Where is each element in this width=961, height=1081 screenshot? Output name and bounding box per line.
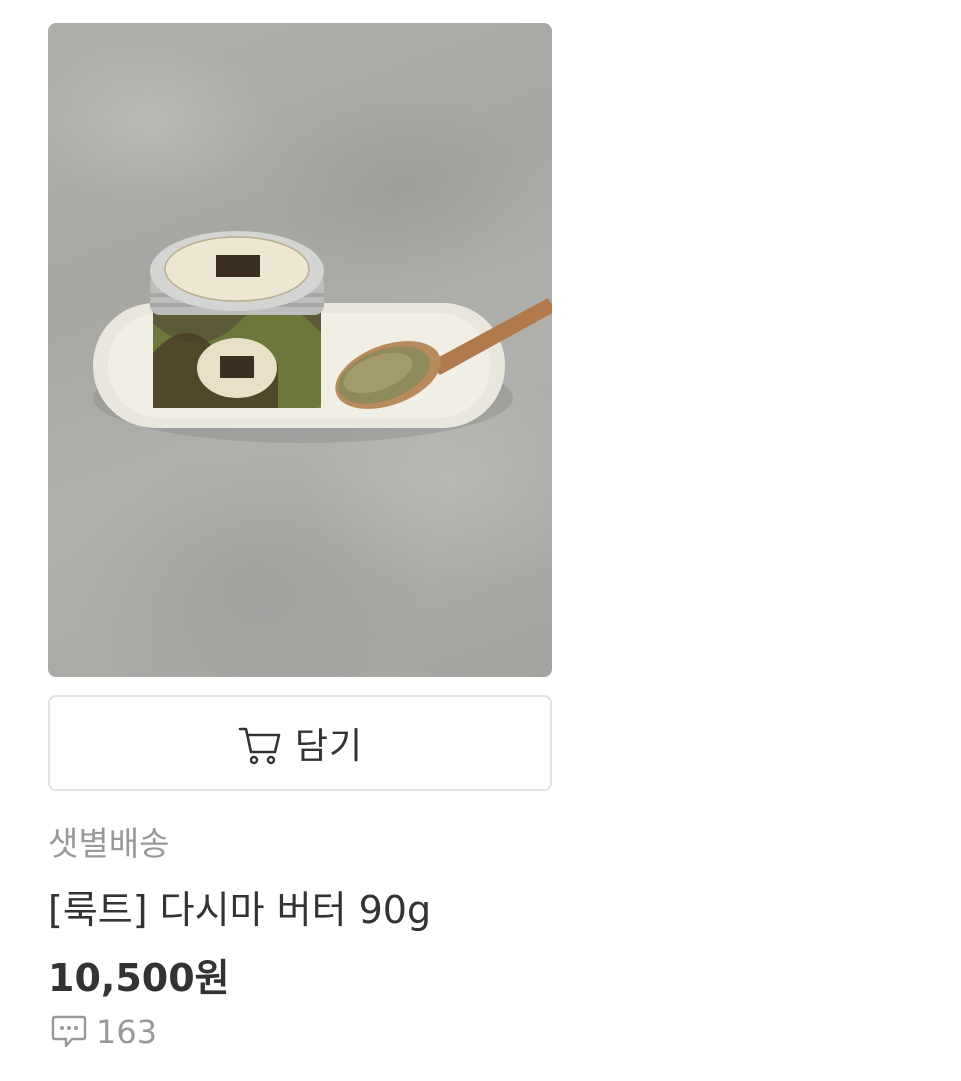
delivery-type: 샛별배송 <box>48 824 170 863</box>
product-price: 10,500원 <box>48 956 230 1000</box>
product-image[interactable] <box>48 23 552 677</box>
add-to-cart-label: 담기 <box>294 726 364 767</box>
comment-icon <box>51 1015 87 1048</box>
add-to-cart-button[interactable]: 담기 <box>48 695 552 791</box>
cart-icon <box>238 727 281 765</box>
product-card[interactable]: 담기 샛별배송 [룩트] 다시마 버터 90g 10,500원 163 <box>48 23 552 1051</box>
product-photo <box>93 231 552 443</box>
product-title[interactable]: [룩트] 다시마 버터 90g <box>48 879 431 934</box>
review-count-value: 163 <box>96 1013 158 1051</box>
review-count: 163 <box>50 1013 157 1051</box>
